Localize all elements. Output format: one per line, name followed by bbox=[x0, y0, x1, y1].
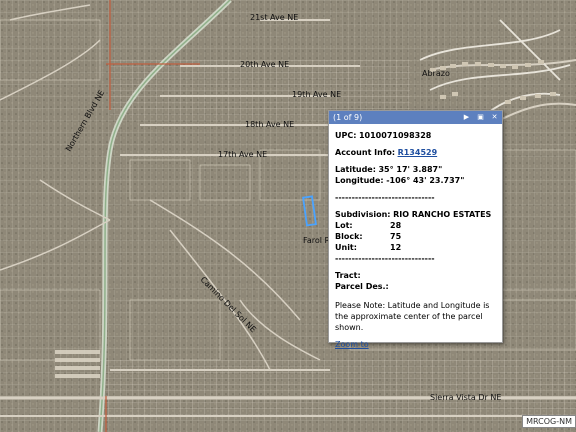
divider: ------------------------------ bbox=[335, 193, 435, 202]
lot-value: 28 bbox=[390, 221, 402, 230]
upc-label: UPC: bbox=[335, 131, 357, 140]
lot-label: Lot: bbox=[335, 221, 353, 230]
tract-label: Tract: bbox=[335, 271, 361, 280]
latitude-value: 35° 17' 3.887" bbox=[378, 165, 443, 174]
unit-value: 12 bbox=[390, 243, 402, 252]
street-label: 17th Ave NE bbox=[218, 150, 267, 159]
next-feature-icon[interactable]: ▶ bbox=[462, 113, 471, 122]
subdivision-label: Subdivision: bbox=[335, 210, 391, 219]
longitude-value: -106° 43' 23.737" bbox=[386, 176, 465, 185]
divider: ------------------------------ bbox=[335, 254, 435, 263]
street-label: 20th Ave NE bbox=[240, 60, 289, 69]
account-label: Account Info: bbox=[335, 148, 396, 157]
popup-counter: (1 of 9) bbox=[333, 113, 363, 122]
parcel-des-label: Parcel Des.: bbox=[335, 282, 389, 291]
popup-header: (1 of 9) ▶ ▣ ✕ bbox=[329, 111, 502, 124]
unit-label: Unit: bbox=[335, 243, 357, 252]
subdivision-value: RIO RANCHO ESTATES bbox=[393, 210, 492, 219]
zoom-to-link[interactable]: Zoom to bbox=[335, 340, 369, 349]
close-icon[interactable]: ✕ bbox=[490, 113, 499, 122]
account-link[interactable]: R134529 bbox=[398, 148, 438, 157]
map-attribution: MRCOG-NM bbox=[522, 415, 576, 428]
popup-body: UPC: 1010071098328 Account Info: R134529… bbox=[329, 124, 502, 356]
longitude-label: Longitude: bbox=[335, 176, 384, 185]
coordinates-note: Please Note: Latitude and Longitude is t… bbox=[335, 301, 490, 332]
street-label: 19th Ave NE bbox=[292, 90, 341, 99]
block-label: Block: bbox=[335, 232, 363, 241]
street-label: 21st Ave NE bbox=[250, 13, 298, 22]
upc-value: 1010071098328 bbox=[358, 131, 432, 140]
street-label: Sierra Vista Dr NE bbox=[430, 393, 501, 402]
parcel-info-popup[interactable]: (1 of 9) ▶ ▣ ✕ UPC: 1010071098328 Accoun… bbox=[328, 110, 503, 349]
maximize-icon[interactable]: ▣ bbox=[476, 113, 485, 122]
latitude-label: Latitude: bbox=[335, 165, 376, 174]
street-label: 18th Ave NE bbox=[245, 120, 294, 129]
block-value: 75 bbox=[390, 232, 402, 241]
street-label: Abrazo bbox=[422, 69, 450, 78]
